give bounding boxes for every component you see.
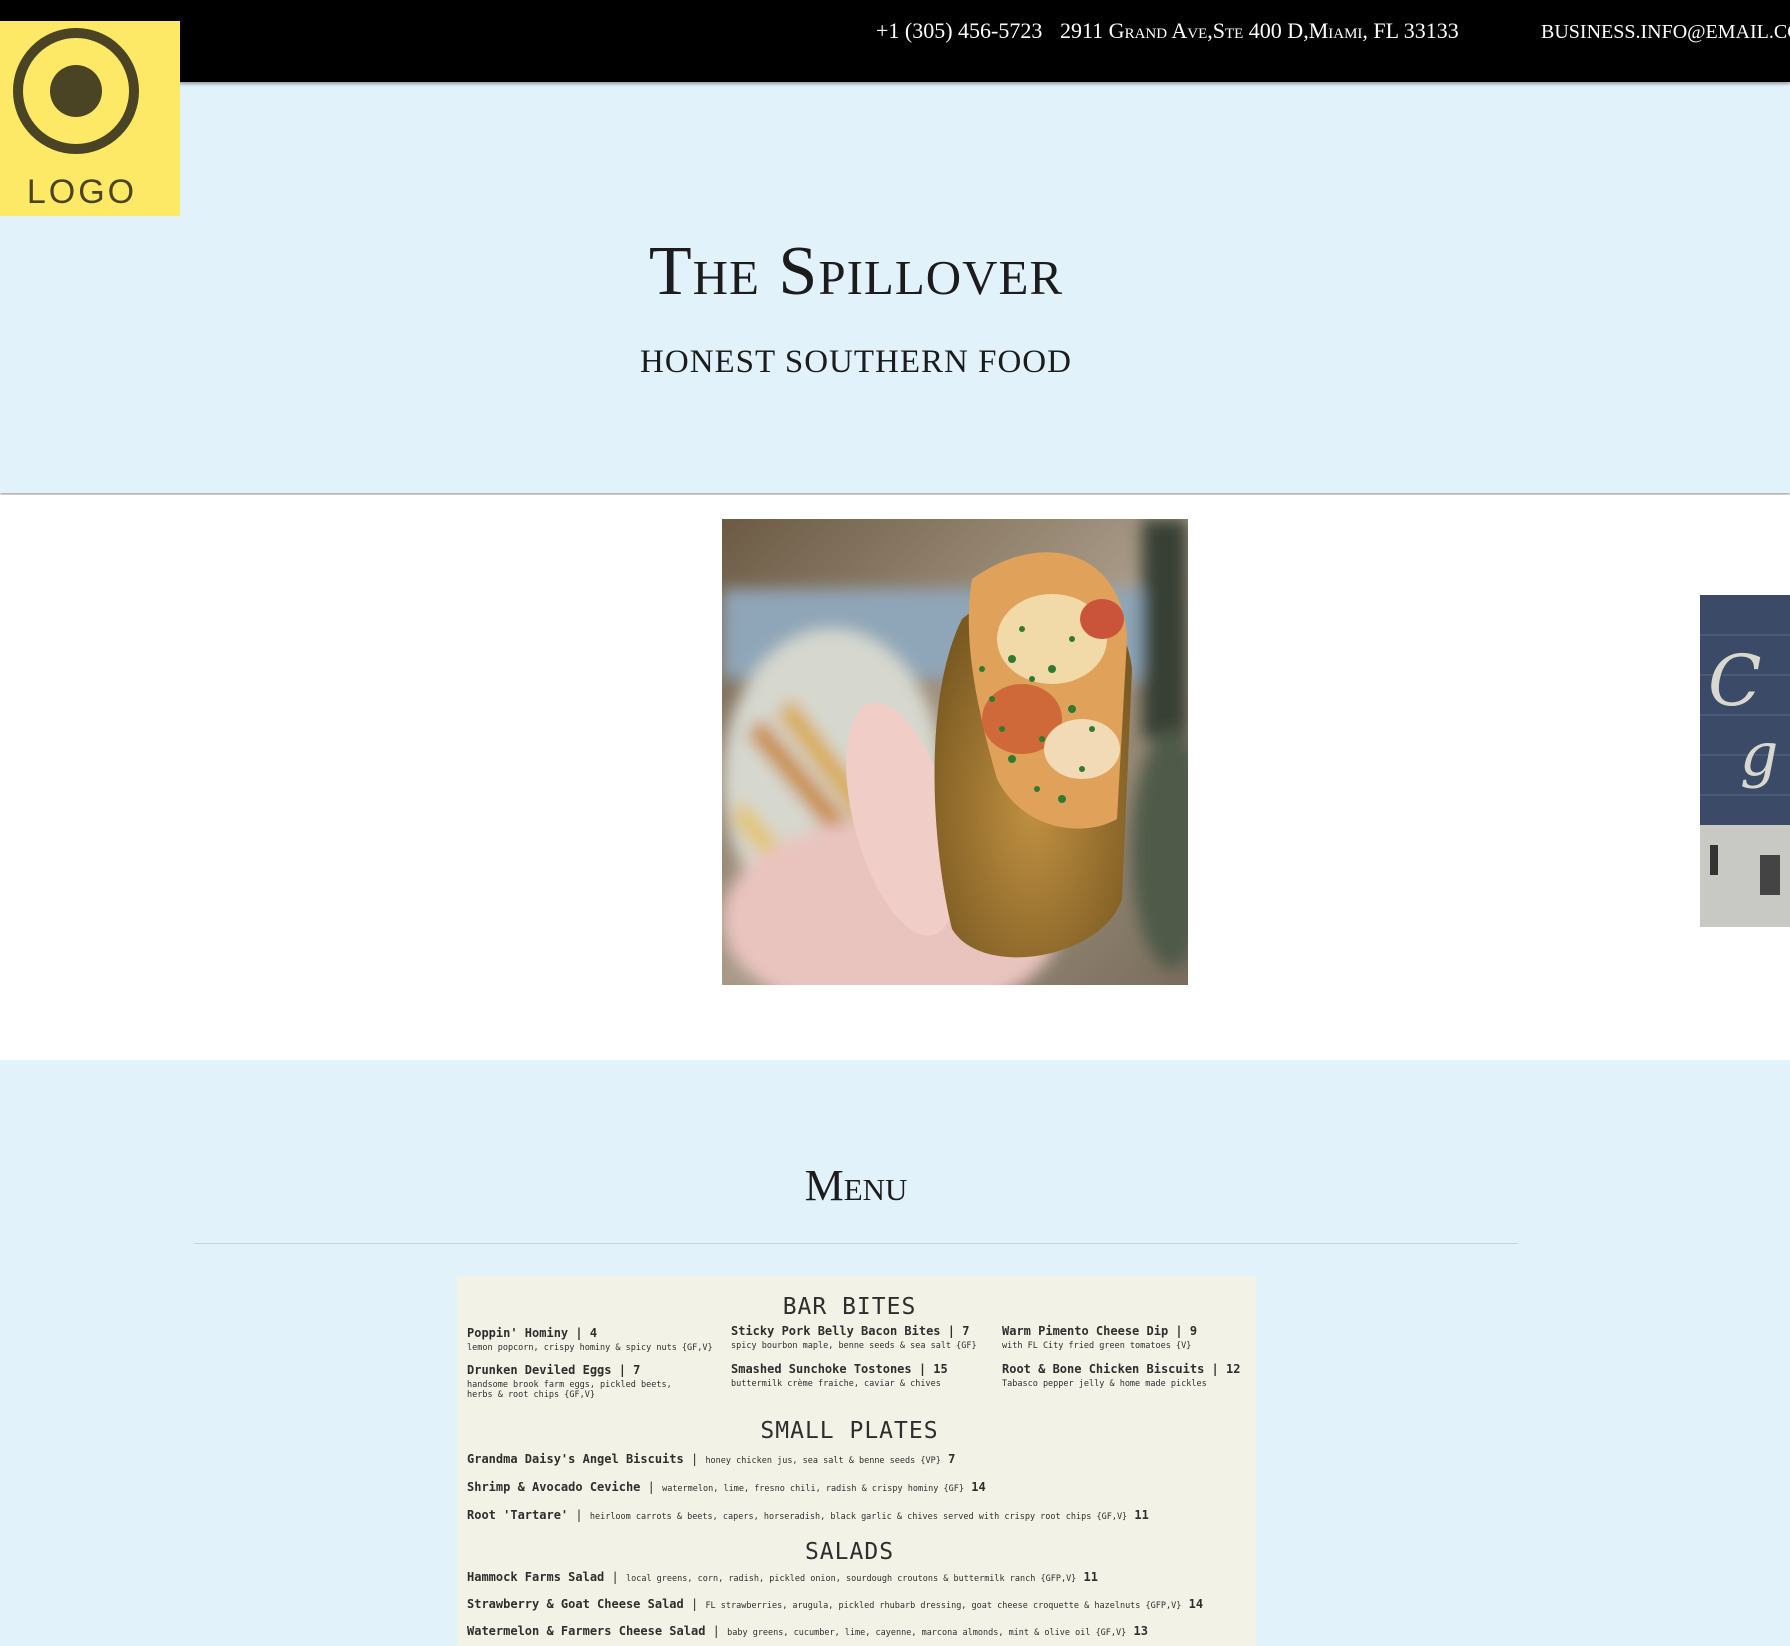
menu-item-desc: local greens, corn, radish, pickled onio… [625, 1574, 1077, 1584]
menu-item-name: Shrimp & Avocado Ceviche [467, 1480, 641, 1494]
menu-item-name: Root & Bone Chicken Biscuits | 12 [1002, 1362, 1241, 1376]
menu-section-title: SALADS [804, 1539, 895, 1565]
phone-link[interactable]: +1 (305) 456-5723 [876, 18, 1042, 44]
menu-item-price: 11 [1134, 1508, 1149, 1522]
menu-item: Root & Bone Chicken Biscuits | 12 Tabasc… [1002, 1362, 1247, 1389]
menu-item-desc: handsome brook farm eggs, pickled beets,… [467, 1380, 672, 1400]
menu-item-desc: honey chicken jus, sea salt & benne seed… [705, 1456, 941, 1466]
menu-item-name: Drunken Deviled Eggs | 7 [467, 1363, 641, 1377]
gallery-photo-lobster-roll[interactable] [722, 519, 1188, 985]
menu-heading: Menu [804, 1161, 908, 1210]
menu-item-desc: buttermilk crème fraiche, caviar & chive… [731, 1379, 941, 1389]
menu-item: Root 'Tartare' | heirloom carrots & beet… [467, 1508, 1149, 1522]
menu-item: Warm Pimento Cheese Dip | 9 with FL City… [1002, 1324, 1247, 1351]
menu-item-price: 14 [1188, 1597, 1204, 1611]
menu-image[interactable]: BAR BITES Poppin' Hominy | 4 lemon popco… [457, 1276, 1256, 1646]
menu-item-price: 7 [948, 1452, 956, 1466]
menu-item-name: Strawberry & Goat Cheese Salad [467, 1597, 684, 1611]
menu-item: Watermelon & Farmers Cheese Salad | baby… [467, 1624, 1148, 1638]
logo-dot-icon [50, 65, 102, 117]
menu-item: Smashed Sunchoke Tostones | 15 buttermil… [731, 1362, 991, 1389]
menu-item-desc: with FL City fried green tomatoes {V} [1002, 1341, 1192, 1351]
menu-item: Poppin' Hominy | 4 lemon popcorn, crispy… [467, 1326, 717, 1353]
menu-item: Shrimp & Avocado Ceviche | watermelon, l… [467, 1480, 986, 1494]
menu-section: Menu BAR BITES Poppin' Hominy | 4 lemon … [0, 1060, 1790, 1646]
hero-banner: The Spillover HONEST SOUTHERN FOOD [0, 82, 1790, 493]
menu-section-title: BAR BITES [782, 1294, 917, 1320]
menu-item-desc: watermelon, lime, fresno chili, radish &… [662, 1484, 965, 1494]
photo-gallery: C g [0, 495, 1790, 1060]
menu-item: Strawberry & Goat Cheese Salad | FL stra… [467, 1597, 1204, 1611]
menu-item-price: 14 [971, 1480, 986, 1494]
menu-item: Drunken Deviled Eggs | 7 handsome brook … [467, 1363, 687, 1400]
menu-item-name: Hammock Farms Salad [467, 1570, 605, 1584]
menu-item-name: Smashed Sunchoke Tostones | 15 [731, 1362, 948, 1376]
site-logo[interactable]: LOGO [0, 21, 180, 216]
menu-section-title: SMALL PLATES [760, 1418, 939, 1444]
menu-item-name: Sticky Pork Belly Bacon Bites | 7 [731, 1324, 970, 1338]
menu-item-desc: baby greens, cucumber, lime, cayenne, ma… [727, 1628, 1127, 1638]
menu-item-price: 11 [1083, 1570, 1098, 1584]
svg-text:g: g [1740, 720, 1778, 790]
menu-divider [194, 1243, 1518, 1244]
page-title: The Spillover [648, 233, 1064, 310]
svg-text:C: C [1708, 640, 1762, 722]
menu-item-desc: Tabasco pepper jelly & home made pickles [1002, 1379, 1207, 1389]
address-link[interactable]: 2911 Grand Ave,Ste 400 D,Miami, FL 33133 [1060, 18, 1459, 44]
page-subtitle: HONEST SOUTHERN FOOD [640, 344, 1072, 380]
menu-item-name: Watermelon & Farmers Cheese Salad [467, 1624, 706, 1638]
menu-item-desc: FL strawberries, arugula, pickled rhubar… [705, 1601, 1182, 1611]
menu-item-desc: spicy bourbon maple, benne seeds & sea s… [731, 1341, 977, 1351]
menu-item-desc: heirloom carrots & beets, capers, horser… [589, 1512, 1128, 1522]
menu-item-name: Poppin' Hominy | 4 [467, 1326, 598, 1340]
menu-item-name: Grandma Daisy's Angel Biscuits [467, 1452, 684, 1466]
menu-item-desc: lemon popcorn, crispy hominy & spicy nut… [467, 1343, 713, 1353]
menu-item-name: Root 'Tartare' [467, 1508, 569, 1522]
menu-item-name: Warm Pimento Cheese Dip | 9 [1002, 1324, 1198, 1338]
logo-text: LOGO [26, 173, 138, 211]
top-info-bar: +1 (305) 456-5723 2911 Grand Ave,Ste 400… [0, 0, 1790, 82]
gallery-photo-interior[interactable]: C g [1700, 595, 1790, 927]
email-link[interactable]: BUSINESS.INFO@EMAIL.COM [1541, 21, 1790, 44]
menu-item: Sticky Pork Belly Bacon Bites | 7 spicy … [731, 1324, 991, 1351]
menu-item-price: 13 [1133, 1624, 1148, 1638]
menu-item: Hammock Farms Salad | local greens, corn… [467, 1570, 1098, 1584]
menu-item: Grandma Daisy's Angel Biscuits | honey c… [467, 1452, 956, 1466]
